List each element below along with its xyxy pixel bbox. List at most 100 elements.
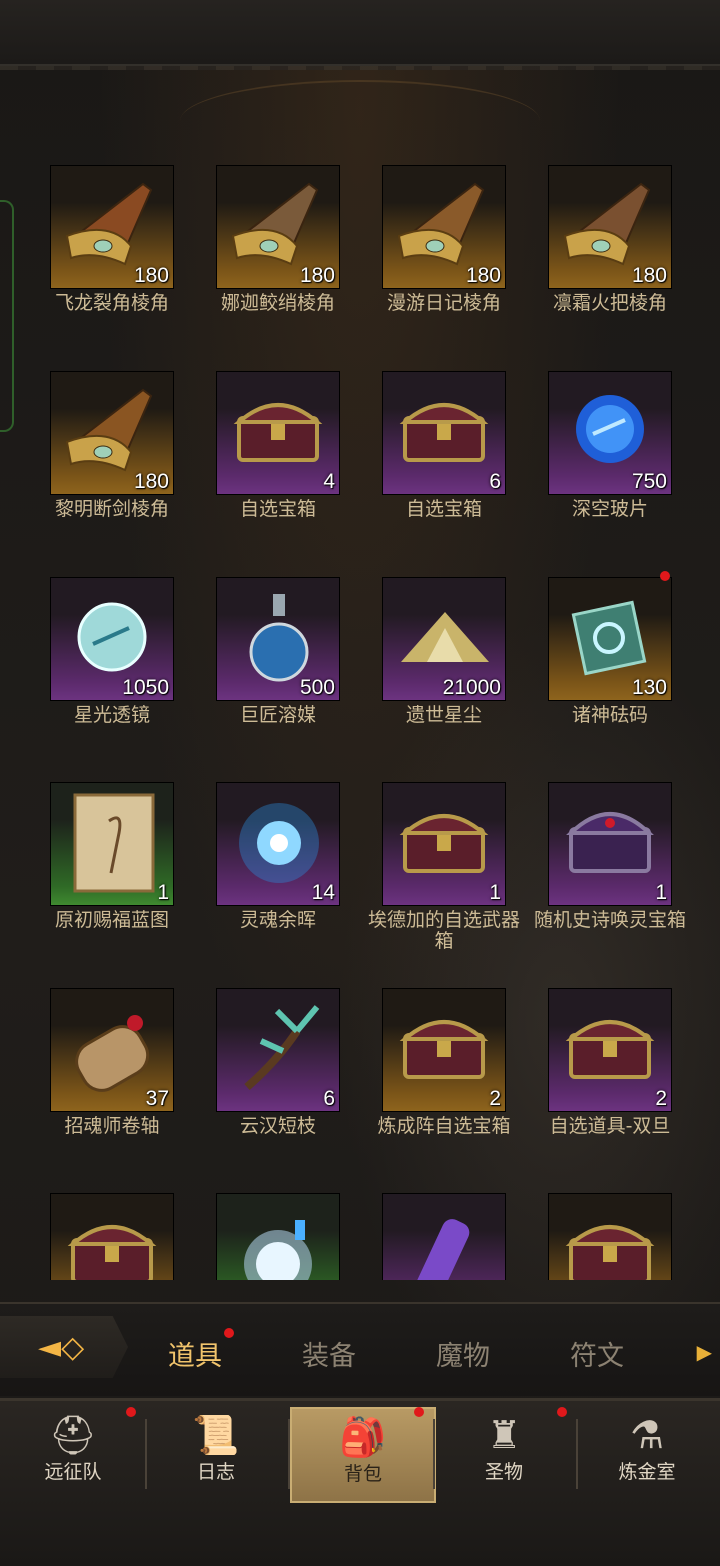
item-name: 诸神砝码 [571, 704, 648, 726]
item-count: 750 [631, 470, 667, 493]
tab-runes[interactable]: 符文 [570, 1334, 624, 1373]
nav-item-label: 背包 [343, 1463, 382, 1485]
chest-icon: 6 [382, 371, 506, 495]
chest-icon: 2 [548, 988, 672, 1112]
bottom-nav: ⛑ 远征队 📜 日志 🎒 背包 ♜ 圣物 ⚗ 炼金室 [0, 1398, 720, 1566]
inventory-item[interactable] [216, 1193, 340, 1280]
item-count: 130 [631, 676, 667, 699]
item-count: 1 [489, 881, 501, 904]
horn-icon: 180 [382, 165, 506, 289]
item-count: 6 [489, 470, 501, 493]
tab-monsters[interactable]: 魔物 [436, 1334, 490, 1373]
epic-chest-icon: 1 [548, 782, 672, 906]
horn-icon: 180 [548, 165, 672, 289]
tab-equipment[interactable]: 装备 [302, 1334, 356, 1373]
inventory-item[interactable]: 130 诸神砝码 [548, 571, 672, 726]
inventory-item[interactable]: 14 灵魂余晖 [216, 782, 340, 931]
item-name: 自选宝箱 [405, 498, 482, 520]
inventory-item[interactable]: 6 自选宝箱 [382, 371, 506, 520]
item-name: 凛霜火把棱角 [552, 292, 667, 314]
item-count: 1 [157, 881, 169, 904]
nav-badge [557, 1407, 567, 1417]
viking-helmet-icon: ⛑ [48, 1413, 98, 1457]
item-name: 招魂师卷轴 [64, 1115, 160, 1137]
item-count: 6 [323, 1087, 335, 1110]
nav-item[interactable]: 📜 日志 [145, 1407, 287, 1499]
item-count: 1050 [122, 676, 169, 699]
item-name: 炼成阵自选宝箱 [377, 1115, 511, 1137]
item-name: 云汉短枝 [239, 1115, 316, 1137]
item-name: 娜迦鲛绡棱角 [220, 292, 335, 314]
nav-item[interactable]: ⛑ 远征队 [2, 1407, 144, 1499]
journal-icon: 📜 [192, 1413, 240, 1457]
item-name: 埃德加的自选武器箱 [367, 909, 520, 952]
inventory-item[interactable]: 500 巨匠溶媒 [216, 577, 340, 726]
nav-item-label: 日志 [196, 1461, 235, 1483]
crystal-vial-icon [382, 1193, 506, 1280]
horn-icon: 180 [216, 165, 340, 289]
horn-icon: 180 [50, 165, 174, 289]
item-name: 深空玻片 [571, 498, 648, 520]
nav-badge [414, 1407, 424, 1417]
inventory-item[interactable]: 180 黎明断剑棱角 [50, 371, 174, 520]
item-name: 自选宝箱 [239, 498, 316, 520]
tabs-back-button[interactable]: ◄◇ [0, 1316, 128, 1378]
nav-badge [126, 1407, 136, 1417]
inventory-item[interactable] [50, 1193, 174, 1280]
tab-items[interactable]: 道具 [168, 1334, 222, 1373]
orb-potion-icon [216, 1193, 340, 1280]
tabs-next-icon[interactable]: ▶ [697, 1340, 712, 1364]
item-name: 黎明断剑棱角 [54, 498, 169, 520]
new-item-badge [660, 571, 670, 581]
inventory-item[interactable]: 750 深空玻片 [548, 371, 672, 520]
nav-item-label: 炼金室 [618, 1461, 676, 1483]
inventory-item[interactable]: 21000 遗世星尘 [382, 577, 506, 726]
item-name: 飞龙裂角棱角 [54, 292, 169, 314]
soul-icon: 14 [216, 782, 340, 906]
chest-icon: 1 [382, 782, 506, 906]
item-count: 2 [655, 1087, 667, 1110]
item-count: 37 [145, 1087, 169, 1110]
nav-item[interactable]: 🎒 背包 [290, 1407, 436, 1503]
inventory-grid: 180 飞龙裂角棱角 180 娜迦鲛绡棱角 180 漫游日记棱角 180 凛霜火把棱角 … [0, 0, 720, 1280]
inventory-item[interactable]: 180 凛霜火把棱角 [548, 165, 672, 314]
inventory-item[interactable]: 4 自选宝箱 [216, 371, 340, 520]
item-name: 原初赐福蓝图 [54, 909, 169, 931]
inventory-item[interactable]: 6 云汉短枝 [216, 988, 340, 1137]
inventory-item[interactable]: 1 埃德加的自选武器箱 [368, 782, 520, 952]
relic-icon: ♜ [486, 1413, 522, 1457]
item-name: 灵魂余晖 [239, 909, 316, 931]
chest-icon: 4 [216, 371, 340, 495]
item-name: 巨匠溶媒 [239, 704, 316, 726]
alchemy-icon: ⚗ [629, 1413, 665, 1457]
item-name: 自选道具-双旦 [549, 1115, 671, 1137]
inventory-item[interactable] [382, 1193, 506, 1280]
item-name: 随机史诗唤灵宝箱 [533, 909, 686, 931]
inventory-item[interactable]: 1 原初赐福蓝图 [50, 782, 174, 931]
inventory-item[interactable]: 180 飞龙裂角棱角 [50, 165, 174, 314]
item-count: 180 [133, 264, 169, 287]
inventory-item[interactable]: 2 炼成阵自选宝箱 [377, 988, 511, 1137]
item-count: 21000 [442, 676, 501, 699]
item-count: 4 [323, 470, 335, 493]
inventory-item[interactable]: 180 娜迦鲛绡棱角 [216, 165, 340, 314]
cube-icon: 130 [548, 577, 672, 701]
nav-item[interactable]: ⚗ 炼金室 [576, 1407, 718, 1499]
nav-item[interactable]: ♜ 圣物 [433, 1407, 575, 1499]
item-name: 星光透镜 [73, 704, 150, 726]
potion-icon: 500 [216, 577, 340, 701]
inventory-item[interactable]: 180 漫游日记棱角 [382, 165, 506, 314]
nav-item-label: 远征队 [44, 1461, 102, 1483]
branch-icon: 6 [216, 988, 340, 1112]
backpack-icon: 🎒 [339, 1415, 387, 1459]
inventory-item[interactable]: 1050 星光透镜 [50, 577, 174, 726]
item-count: 180 [133, 470, 169, 493]
item-count: 180 [465, 264, 501, 287]
item-name: 漫游日记棱角 [386, 292, 501, 314]
blue-orb-icon: 750 [548, 371, 672, 495]
inventory-item[interactable]: 37 招魂师卷轴 [50, 988, 174, 1137]
inventory-item[interactable]: 2 自选道具-双旦 [548, 988, 672, 1137]
scroll-icon: 1 [50, 782, 174, 906]
inventory-item[interactable]: 1 随机史诗唤灵宝箱 [534, 782, 686, 931]
inventory-item[interactable] [548, 1193, 672, 1280]
